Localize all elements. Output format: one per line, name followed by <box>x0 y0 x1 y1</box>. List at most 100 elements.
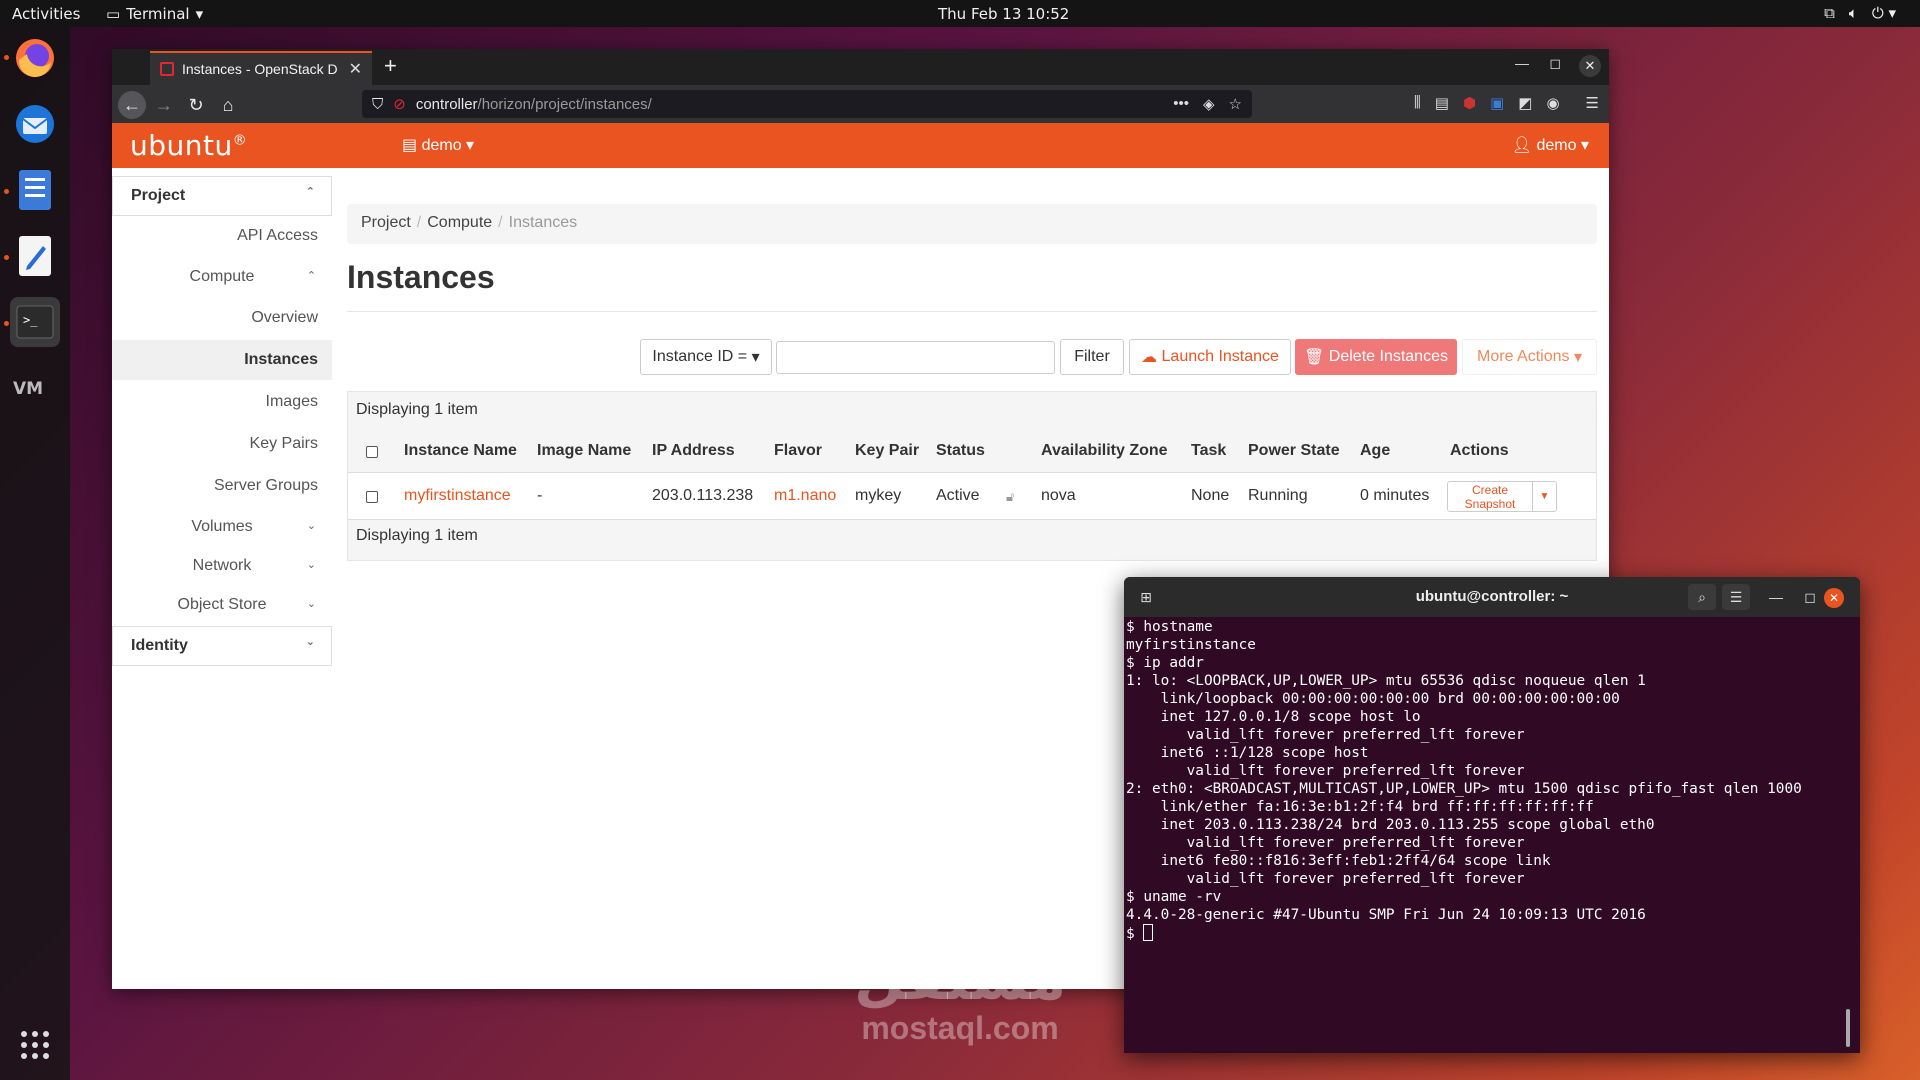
vm-icon[interactable]: VM <box>10 363 60 413</box>
home-icon[interactable]: ⌂ <box>214 91 242 119</box>
breadcrumb-instances: Instances <box>508 214 578 231</box>
breadcrumb-project[interactable]: Project <box>361 214 411 231</box>
sidebar-item-server-groups[interactable]: Server Groups <box>214 477 318 495</box>
terminal-lines: $ hostname myfirstinstance $ ip addr 1: lo:… <box>1126 618 1836 924</box>
user-dropdown[interactable]: 👤︎ demo ▾ <box>1512 135 1589 155</box>
filter-field-select[interactable]: Instance ID = ▾ <box>640 339 772 375</box>
more-actions-button[interactable]: More Actions ▾ <box>1462 339 1597 375</box>
sidebar-item-compute[interactable]: Compute ⌃ <box>112 268 332 286</box>
flavor-link[interactable]: m1.nano <box>774 487 836 505</box>
tab-instances[interactable]: Instances - OpenStack D ✕ <box>150 51 372 85</box>
delete-instances-button[interactable]: 🗑︎ Delete Instances <box>1295 339 1457 375</box>
maximize-icon[interactable]: ◻ <box>1796 584 1824 610</box>
page-actions-icon[interactable]: ••• <box>1173 95 1189 113</box>
col-ip-address[interactable]: IP Address <box>652 442 735 460</box>
minimize-icon[interactable]: — <box>1515 55 1529 71</box>
nav-bar: ← → ↻ ⌂ ⛉ ⊘ controller/horizon/project/i… <box>112 85 1609 123</box>
pocket-icon[interactable]: ◈ <box>1203 95 1215 113</box>
breadcrumb-compute[interactable]: Compute <box>427 214 492 231</box>
sidebar-identity[interactable]: Identity ⌄ <box>112 626 332 666</box>
sidebar-item-network[interactable]: Network ⌄ <box>112 557 332 575</box>
col-power-state[interactable]: Power State <box>1248 442 1340 460</box>
volume-icon[interactable]: 🔈︎ <box>1849 4 1858 22</box>
files-icon[interactable] <box>10 165 60 215</box>
chevron-down-icon: ⌄ <box>306 559 316 571</box>
sidebar-item-volumes[interactable]: Volumes ⌄ <box>112 518 332 536</box>
col-status[interactable]: Status <box>936 442 985 460</box>
terminal-line: 2: eth0: <BROADCAST,MULTICAST,UP,LOWER_U… <box>1126 781 1802 797</box>
minimize-icon[interactable]: — <box>1762 584 1790 610</box>
launch-instance-button[interactable]: ☁︎ Launch Instance <box>1129 339 1291 375</box>
terminal-line: 4.4.0-28-generic #47-Ubuntu SMP Fri Jun … <box>1126 907 1646 923</box>
activities-button[interactable]: Activities <box>12 5 80 23</box>
sidebar-item-instances[interactable]: Instances <box>244 351 318 369</box>
sidebar-project[interactable]: Project ⌃ <box>112 176 332 216</box>
sidebar-item-object-store[interactable]: Object Store ⌄ <box>112 596 332 614</box>
extension-icon[interactable]: ▣ <box>1490 94 1504 112</box>
app-menu-label: Terminal <box>126 5 190 23</box>
sidebar-item-overview[interactable]: Overview <box>251 309 318 327</box>
sidebar-item-api-access[interactable]: API Access <box>237 227 318 245</box>
library-icon[interactable]: ⫼ <box>1414 94 1421 112</box>
select-all-checkbox[interactable] <box>366 446 378 458</box>
col-age[interactable]: Age <box>1360 442 1390 460</box>
close-tab-icon[interactable]: ✕ <box>349 59 362 79</box>
app-grid-icon[interactable] <box>10 1020 60 1070</box>
filter-button[interactable]: Filter <box>1060 339 1124 375</box>
power-state-cell: Running <box>1248 487 1308 504</box>
new-tab-button[interactable]: + <box>384 53 397 79</box>
power-icon[interactable]: ⏻ ▾ <box>1872 4 1896 22</box>
sidebar-icon[interactable]: ▤ <box>1435 94 1449 112</box>
network-icon[interactable]: ⧉ <box>1824 4 1835 22</box>
terminal-output[interactable]: $ hostname myfirstinstance $ ip addr 1: lo:… <box>1126 618 1836 943</box>
lock-icon[interactable]: ⊘ <box>393 95 406 113</box>
instance-name-link[interactable]: myfirstinstance <box>404 487 511 505</box>
terminal-line: $ uname -rv <box>1126 889 1222 905</box>
hamburger-menu-icon[interactable]: ☰ <box>1722 584 1750 610</box>
screenshot-icon[interactable]: ◩ <box>1518 94 1532 112</box>
watermark: مستقل mostaql.com <box>830 950 1090 1047</box>
forward-icon[interactable]: → <box>150 91 178 119</box>
project-dropdown[interactable]: ▤ demo ▾ <box>402 135 474 155</box>
system-tray[interactable]: ⧉ 🔈︎ ⏻ ▾ <box>1824 4 1896 22</box>
close-icon[interactable]: ✕ <box>1824 588 1844 608</box>
terminal-icon[interactable]: >_ <box>10 297 60 347</box>
col-task[interactable]: Task <box>1191 442 1226 460</box>
filter-input[interactable] <box>776 341 1055 374</box>
reload-icon[interactable]: ↻ <box>182 91 210 119</box>
menu-icon[interactable]: ☰ <box>1586 94 1599 112</box>
account-icon[interactable]: ◉ <box>1546 94 1559 112</box>
thunderbird-icon[interactable] <box>10 99 60 149</box>
ubuntu-logo[interactable]: ubuntu® <box>130 129 247 162</box>
text-editor-icon[interactable] <box>10 231 60 281</box>
col-image-name[interactable]: Image Name <box>537 442 631 460</box>
ublock-icon[interactable]: ⬢ <box>1463 94 1476 112</box>
col-instance-name[interactable]: Instance Name <box>404 442 517 460</box>
shield-icon[interactable]: ⛉ <box>372 96 383 113</box>
firefox-icon[interactable] <box>10 33 60 83</box>
sidebar-item-key-pairs[interactable]: Key Pairs <box>250 435 318 453</box>
terminal-line: valid_lft forever preferred_lft forever <box>1126 763 1525 779</box>
favicon-icon <box>160 62 174 76</box>
search-icon[interactable]: ⌕ <box>1688 584 1716 610</box>
caret-down-icon[interactable]: ▼ <box>1532 482 1556 511</box>
sidebar-item-images[interactable]: Images <box>266 393 318 411</box>
terminal-line: valid_lft forever preferred_lft forever <box>1126 835 1525 851</box>
unlock-icon: 🔓︎ <box>1006 489 1015 504</box>
url-bar[interactable]: ⛉ ⊘ controller/horizon/project/instances… <box>362 90 1252 118</box>
app-menu[interactable]: ▭ Terminal ▾ <box>106 5 203 23</box>
col-key-pair[interactable]: Key Pair <box>855 442 919 460</box>
col-flavor[interactable]: Flavor <box>774 442 822 460</box>
create-snapshot-button[interactable]: Create Snapshot <box>1448 483 1532 511</box>
terminal-line: $ hostname <box>1126 619 1213 635</box>
terminal-window[interactable]: ⊞ ubuntu@controller: ~ ⌕ ☰ — ◻ ✕ $ hostn… <box>1124 577 1860 1053</box>
back-icon[interactable]: ← <box>118 91 146 119</box>
key-pair-cell: mykey <box>855 487 902 504</box>
maximize-icon[interactable]: ◻ <box>1549 55 1561 72</box>
scrollbar[interactable] <box>1846 1009 1850 1047</box>
row-checkbox[interactable] <box>366 491 378 503</box>
bookmark-star-icon[interactable]: ☆ <box>1229 95 1242 113</box>
close-window-icon[interactable]: ✕ <box>1579 55 1601 77</box>
col-availability-zone[interactable]: Availability Zone <box>1041 442 1168 460</box>
clock[interactable]: Thu Feb 13 10:52 <box>938 5 1069 23</box>
